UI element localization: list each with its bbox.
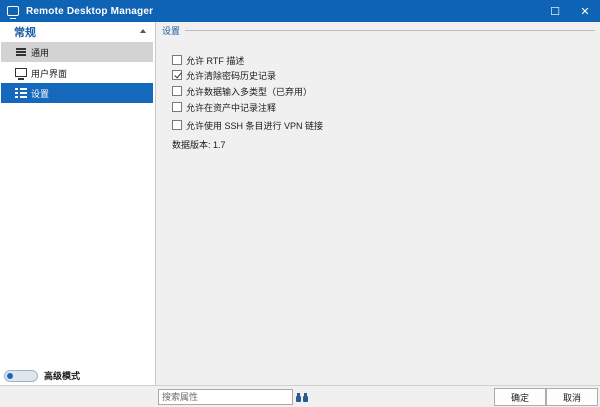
checkbox[interactable]: [172, 55, 182, 65]
group-title: 常规: [14, 27, 36, 39]
window-title: Remote Desktop Manager: [26, 5, 154, 17]
option-label: 允许在资产中记录注释: [186, 102, 277, 113]
sidebar-item-user-interface[interactable]: 用户界面: [1, 63, 153, 83]
option-allow-clear-password-history[interactable]: 允许清除密码历史记录: [172, 68, 276, 82]
menu-icon: [15, 46, 27, 58]
sidebar: 常规 通用 用户界面 设置 高级模式: [0, 22, 156, 385]
search-properties-input[interactable]: [158, 389, 293, 405]
group-header-general[interactable]: 常规: [0, 22, 156, 42]
maximize-button[interactable]: ☐: [540, 0, 570, 22]
close-button[interactable]: ✕: [570, 0, 600, 22]
binoculars-icon: [296, 392, 308, 402]
checkbox-checked[interactable]: [172, 70, 182, 80]
monitor-icon: [15, 67, 27, 80]
checkbox[interactable]: [172, 86, 182, 96]
section-title: 设置: [162, 26, 181, 36]
window-controls: ☐ ✕: [540, 0, 600, 22]
ok-button[interactable]: 确定: [494, 388, 546, 406]
chevron-up-icon[interactable]: [140, 29, 146, 33]
option-label: 允许数据输入多类型（已弃用）: [186, 86, 313, 97]
checkbox[interactable]: [172, 102, 182, 112]
sidebar-item-label: 通用: [31, 47, 50, 58]
data-version-text: 数据版本: 1.7: [172, 140, 226, 150]
list-settings-icon: [15, 87, 27, 99]
toggle-knob: [7, 372, 13, 379]
find-button[interactable]: [294, 389, 310, 405]
option-allow-multi-type-input[interactable]: 允许数据输入多类型（已弃用）: [172, 84, 312, 98]
settings-panel: 设置 允许 RTF 描述 允许清除密码历史记录 允许数据输入多类型（已弃用） 允…: [157, 22, 600, 385]
option-label: 允许 RTF 描述: [186, 55, 245, 66]
option-allow-rtf[interactable]: 允许 RTF 描述: [172, 53, 244, 67]
sidebar-item-label: 设置: [31, 88, 50, 99]
advanced-mode: 高级模式: [4, 369, 80, 382]
option-allow-asset-notes[interactable]: 允许在资产中记录注释: [172, 100, 276, 114]
title-bar: Remote Desktop Manager ☐ ✕: [0, 0, 600, 22]
option-label: 允许使用 SSH 条目进行 VPN 链接: [186, 120, 324, 131]
cancel-button[interactable]: 取消: [546, 388, 598, 406]
section-divider: [185, 30, 595, 31]
option-allow-ssh-vpn[interactable]: 允许使用 SSH 条目进行 VPN 链接: [172, 118, 323, 132]
advanced-mode-label: 高级模式: [44, 371, 81, 381]
sidebar-item-label: 用户界面: [31, 68, 68, 79]
option-label: 允许清除密码历史记录: [186, 70, 277, 81]
checkbox[interactable]: [172, 120, 182, 130]
app-monitor-icon: [7, 6, 19, 19]
advanced-mode-toggle[interactable]: [4, 369, 38, 382]
sidebar-item-general[interactable]: 通用: [1, 42, 153, 62]
sidebar-item-settings[interactable]: 设置: [1, 83, 153, 103]
footer-bar: 确定 取消: [0, 385, 600, 407]
